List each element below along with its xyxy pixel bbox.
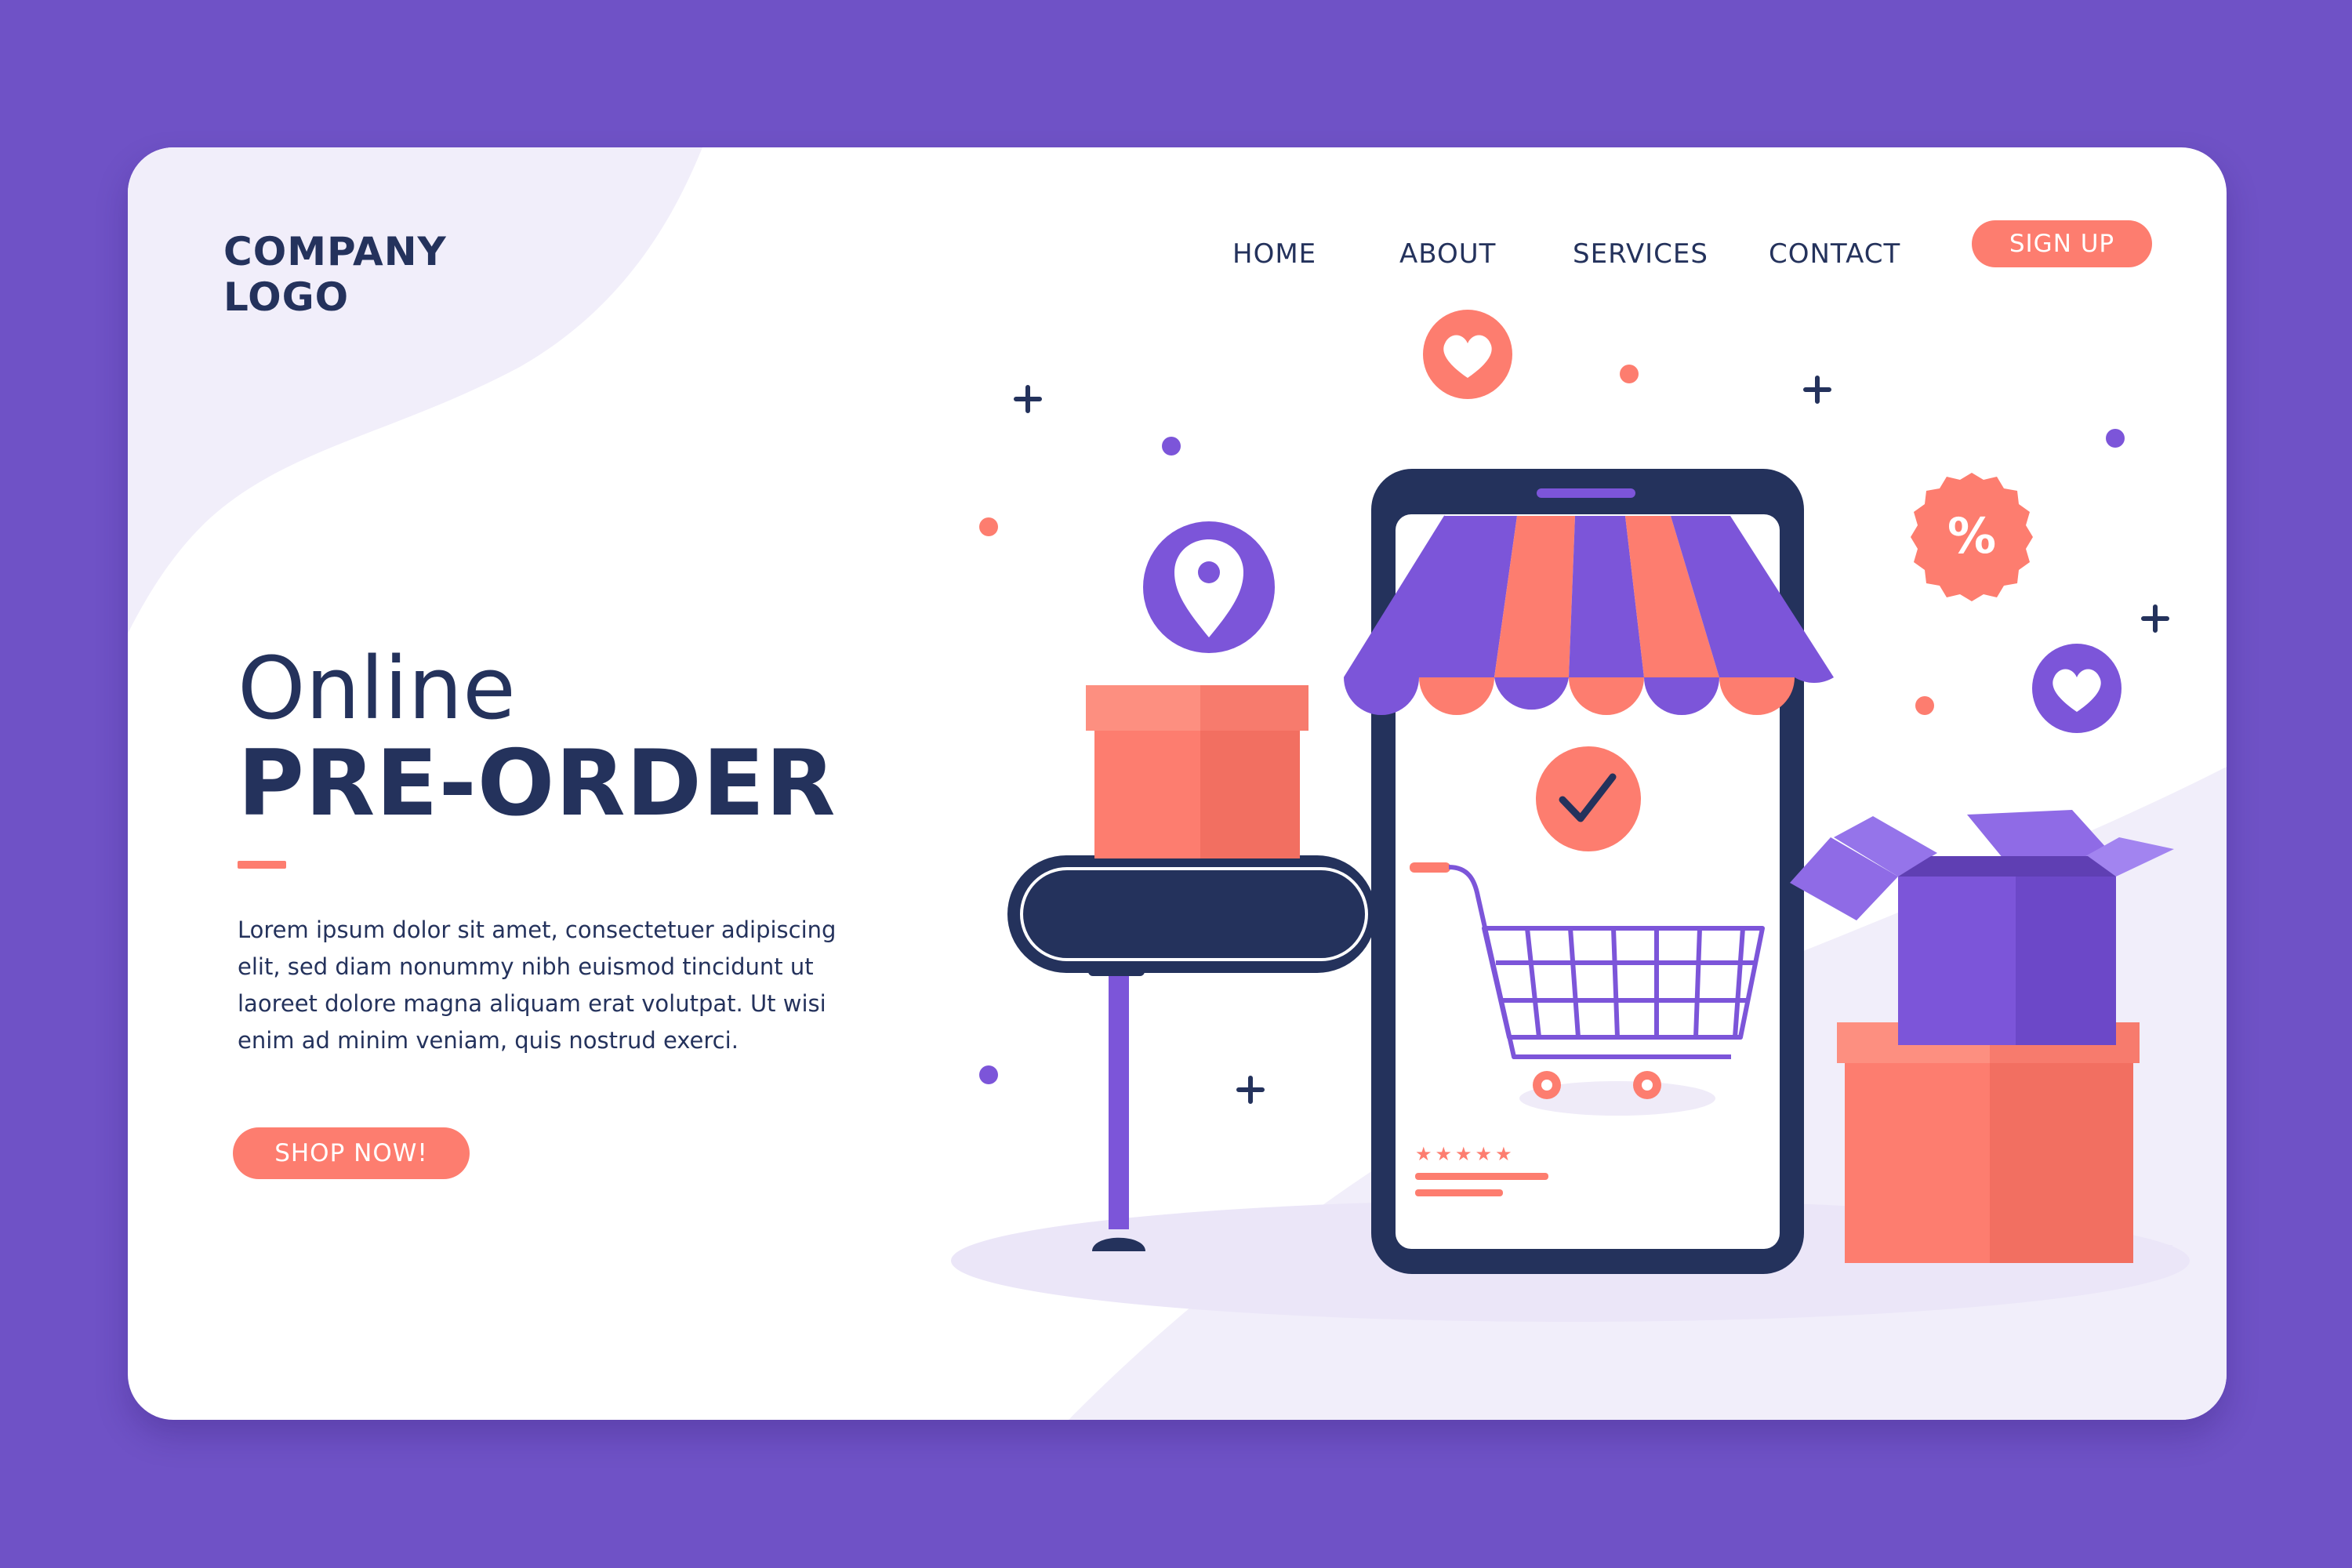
rating-stars: ★★★★★ bbox=[1415, 1143, 1515, 1165]
dot bbox=[1162, 437, 1181, 456]
percent-badge-icon: % bbox=[1911, 473, 2033, 601]
package-box bbox=[1086, 685, 1308, 858]
dot bbox=[1620, 365, 1639, 383]
dot bbox=[979, 517, 998, 536]
plus-icon bbox=[1803, 376, 1831, 404]
percent-badge-label: % bbox=[1947, 507, 1996, 564]
plus-icon bbox=[1014, 385, 1042, 413]
plus-icon bbox=[2141, 604, 2169, 633]
check-icon bbox=[1536, 746, 1641, 851]
heart-icon bbox=[1423, 310, 1512, 399]
dot bbox=[1915, 696, 1934, 715]
open-package-box bbox=[1790, 810, 2174, 1045]
plus-icon bbox=[1236, 1076, 1265, 1104]
heart-icon bbox=[2032, 644, 2122, 733]
shop-illustration: % ★★★★★ bbox=[951, 310, 2190, 1322]
landing-card: COMPANY LOGO HOME ABOUT SERVICES CONTACT… bbox=[128, 147, 2227, 1420]
conveyor-belt bbox=[1007, 855, 1376, 1251]
dot bbox=[979, 1065, 998, 1084]
dot bbox=[2106, 429, 2125, 448]
location-pin-icon bbox=[1143, 521, 1275, 653]
package-box bbox=[1837, 1022, 2172, 1263]
